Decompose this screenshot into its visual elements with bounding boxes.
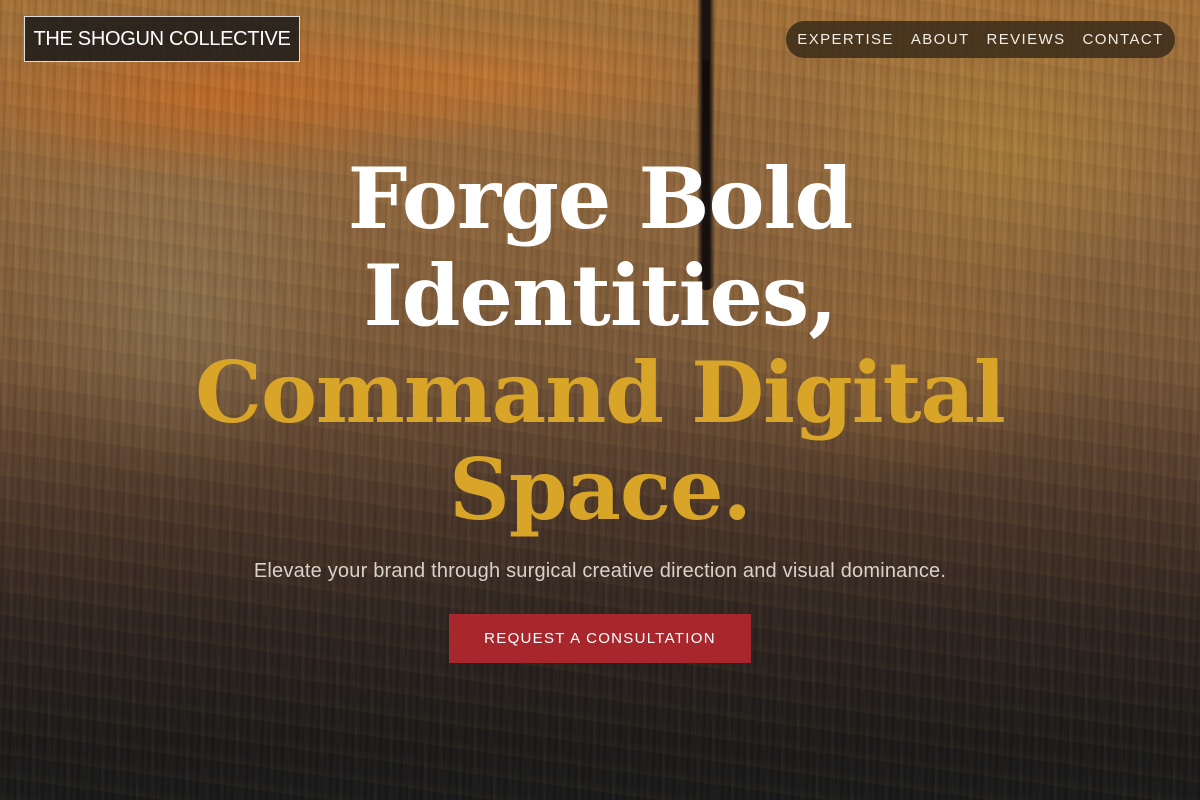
headline-line-4: Space. — [449, 440, 752, 539]
hero-subtitle: Elevate your brand through surgical crea… — [253, 560, 947, 582]
headline-line-2: Identities, — [363, 246, 838, 345]
request-consultation-button[interactable]: REQUEST A CONSULTATION — [449, 614, 751, 663]
nav-item-expertise[interactable]: EXPERTISE — [797, 31, 894, 48]
main-nav: EXPERTISE ABOUT REVIEWS CONTACT — [786, 21, 1175, 58]
nav-item-reviews[interactable]: REVIEWS — [987, 31, 1066, 48]
headline-line-1: Forge Bold — [347, 149, 853, 248]
nav-item-contact[interactable]: CONTACT — [1083, 31, 1164, 48]
hero-headline: Forge Bold Identities, Command Digital S… — [100, 150, 1100, 538]
headline-line-3: Command Digital — [195, 343, 1006, 442]
nav-item-about[interactable]: ABOUT — [911, 31, 970, 48]
brand-logo[interactable]: THE SHOGUN COLLECTIVE — [24, 16, 300, 62]
